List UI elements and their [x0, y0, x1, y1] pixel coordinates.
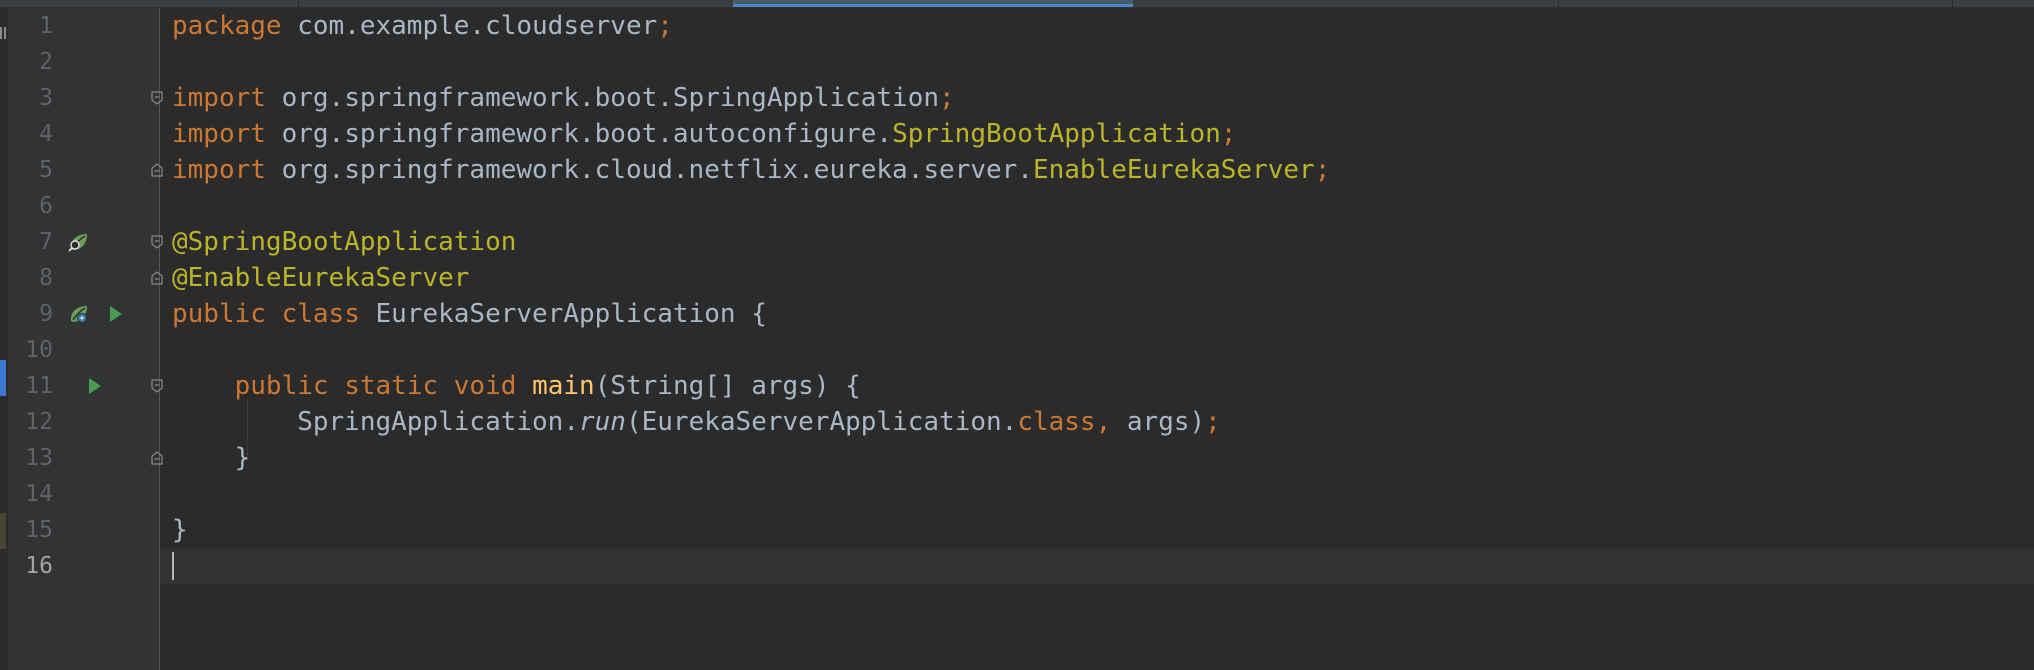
strip-grip-icon[interactable]: [0, 26, 7, 40]
code-line[interactable]: package com.example.cloudserver;: [172, 8, 673, 44]
line-number: 7: [39, 229, 53, 255]
code-token: ;: [1314, 155, 1331, 185]
spring-bean-icon[interactable]: [68, 303, 90, 325]
line-number: 10: [25, 337, 53, 363]
line-number: 6: [39, 193, 53, 219]
code-token: ;: [939, 83, 955, 113]
code-token: class: [281, 299, 360, 329]
code-token: ;: [1220, 119, 1237, 149]
tool-window-strip: [0, 8, 9, 670]
line-number: 13: [25, 445, 53, 471]
fold-close-icon[interactable]: [151, 271, 163, 285]
code-line[interactable]: @SpringBootApplication: [172, 224, 516, 260]
code-token: EnableEurekaServer: [1032, 155, 1315, 185]
code-token: void: [453, 371, 517, 401]
code-token: public: [172, 299, 266, 329]
code-token: main: [532, 371, 595, 401]
line-number: 15: [25, 517, 53, 543]
code-line[interactable]: import org.springframework.boot.autoconf…: [172, 116, 1236, 152]
fold-open-icon[interactable]: [151, 379, 163, 393]
fold-close-icon[interactable]: [151, 163, 163, 177]
code-token: package: [172, 11, 282, 41]
code-token: static: [344, 371, 439, 401]
editor-tab-bar: [0, 0, 2034, 8]
text-caret: [172, 552, 174, 580]
code-token: args): [1111, 407, 1206, 437]
code-token: SpringBootApplication: [892, 119, 1221, 149]
code-line[interactable]: public static void main(String[] args) {: [172, 368, 861, 404]
strip-marker-blue[interactable]: [0, 360, 6, 396]
code-token: import: [172, 83, 266, 113]
code-token: @EnableEurekaServer: [172, 263, 470, 293]
line-number: 11: [25, 373, 53, 399]
code-line[interactable]: public class EurekaServerApplication {: [172, 296, 767, 332]
line-number: 8: [39, 265, 53, 291]
code-token: org.springframework.boot.SpringApplicati…: [265, 83, 940, 113]
code-token: @SpringBootApplication: [172, 227, 517, 257]
code-token: ;: [1205, 407, 1221, 437]
code-line[interactable]: }: [172, 512, 188, 548]
line-number: 4: [39, 121, 53, 147]
line-number: 3: [39, 85, 53, 111]
fold-close-icon[interactable]: [151, 451, 163, 465]
code-token: public: [234, 371, 329, 401]
code-line[interactable]: SpringApplication.run(EurekaServerApplic…: [172, 404, 1221, 440]
run-icon[interactable]: [88, 377, 102, 395]
code-token: class: [1017, 407, 1096, 437]
line-number: 16: [25, 553, 53, 579]
code-token: (String[] args) {: [594, 371, 861, 401]
tab-separator: [1558, 0, 1559, 7]
fold-open-icon[interactable]: [151, 235, 163, 249]
line-number: 9: [39, 301, 53, 327]
code-line[interactable]: import org.springframework.cloud.netflix…: [172, 152, 1330, 188]
line-number: 12: [25, 409, 53, 435]
code-token: (EurekaServerApplication.: [625, 407, 1018, 437]
code-line[interactable]: }: [172, 440, 251, 476]
code-token: ,: [1095, 407, 1112, 437]
code-token: EurekaServerApplication {: [359, 299, 767, 329]
spring-bean-search-icon[interactable]: [68, 231, 90, 253]
code-token: ;: [657, 11, 673, 41]
line-number: 14: [25, 481, 53, 507]
line-number: 1: [39, 13, 53, 39]
code-token: run: [579, 407, 626, 437]
active-editor-tab[interactable]: [733, 0, 1133, 7]
code-line[interactable]: import org.springframework.boot.SpringAp…: [172, 80, 955, 116]
code-token: import: [172, 155, 266, 185]
line-number: 2: [39, 49, 53, 75]
code-line[interactable]: @EnableEurekaServer: [172, 260, 469, 296]
code-token: }: [172, 443, 251, 473]
code-token: SpringApplication.: [172, 407, 579, 437]
code-token: com.example.cloudserver: [281, 11, 658, 41]
tab-separator: [298, 0, 299, 7]
line-number: 5: [39, 157, 53, 183]
current-line-highlight: [160, 548, 2034, 584]
code-token: org.springframework.cloud.netflix.eureka…: [265, 155, 1033, 185]
code-token: org.springframework.boot.autoconfigure.: [265, 119, 893, 149]
strip-marker-amber[interactable]: [0, 513, 6, 549]
code-token: import: [172, 119, 266, 149]
run-icon[interactable]: [109, 305, 123, 323]
tab-separator: [1952, 0, 1953, 7]
code-token: }: [172, 515, 188, 545]
fold-open-icon[interactable]: [151, 91, 163, 105]
indent-guide: [247, 398, 248, 458]
